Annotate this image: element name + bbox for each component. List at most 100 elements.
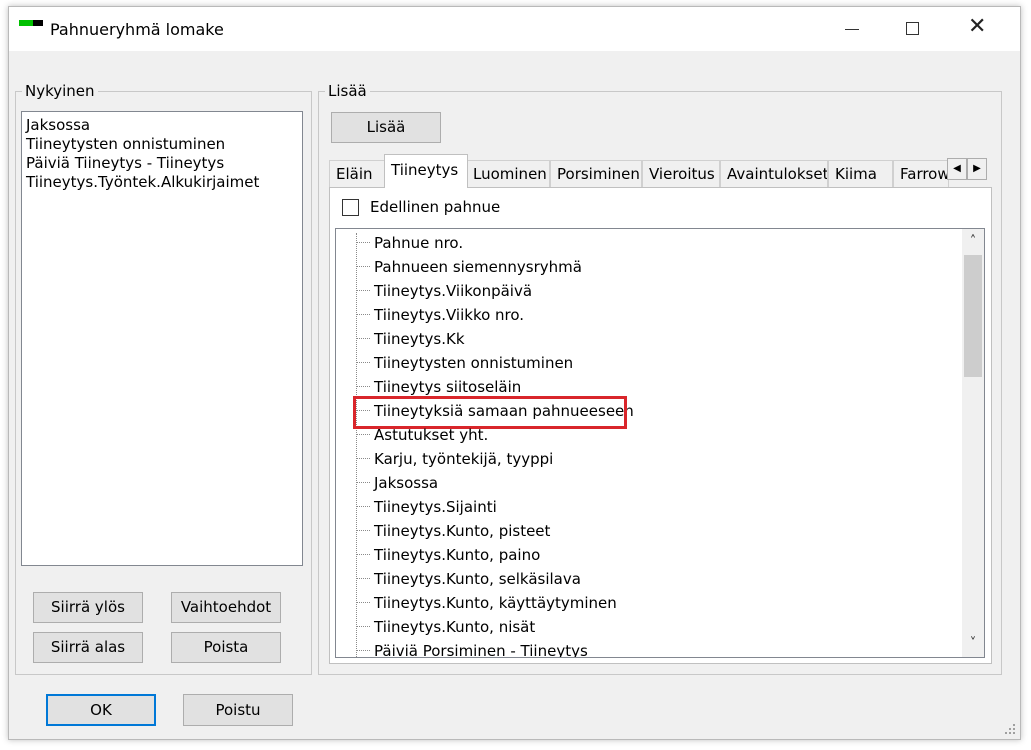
tree-item-label: Tiineytys.Kunto, pisteet xyxy=(374,522,551,540)
tree-item[interactable]: Tiineytys.Kunto, paino xyxy=(336,543,936,567)
scroll-up-button[interactable]: ˄ xyxy=(962,231,984,253)
tree-item[interactable]: Tiineytys.Kunto, nisät xyxy=(336,615,936,639)
tree-item[interactable]: Tiineytys.Viikko nro. xyxy=(336,303,936,327)
tree-item-label: Tiineytys.Kunto, nisät xyxy=(374,618,536,636)
tree-item-label: Tiineytys.Kk xyxy=(374,330,465,348)
tree-connector xyxy=(356,362,370,363)
scroll-down-button[interactable]: ˅ xyxy=(962,633,984,655)
tab-eläin[interactable]: Eläin xyxy=(329,160,386,187)
tree-item[interactable]: Astutukset yht. xyxy=(336,423,936,447)
tree-item-label: Tiineytysten onnistuminen xyxy=(374,354,574,372)
tree-connector xyxy=(356,650,370,651)
resize-grip-icon[interactable] xyxy=(1004,723,1016,735)
app-icon xyxy=(19,20,43,26)
tree-item-label: Tiineytys.Kunto, käyttäytyminen xyxy=(374,594,617,612)
tab-scroll-right-button[interactable]: ▶ xyxy=(967,158,987,180)
tree-connector xyxy=(356,458,370,459)
tree-item-label: Tiineytys.Sijainti xyxy=(374,498,497,516)
tree-connector xyxy=(356,434,370,435)
tab-scroll-left-button[interactable]: ◀ xyxy=(947,158,967,180)
tree-connector xyxy=(356,482,370,483)
tree-item-label: Tiineytys.Viikonpäivä xyxy=(374,282,533,300)
tree-connector xyxy=(356,242,370,243)
tab-panel: Edellinen pahnue Pahnue nro. Pahnueen sie… xyxy=(329,187,992,664)
add-button[interactable]: Lisää xyxy=(331,112,441,143)
tab-kiima[interactable]: Kiima xyxy=(828,160,893,187)
maximize-icon xyxy=(906,22,919,35)
tree-item[interactable]: Tiineytys.Viikonpäivä xyxy=(336,279,936,303)
tree-item[interactable]: Tiineytysten onnistuminen xyxy=(336,351,936,375)
tab-scroll-arrows: ◀ ▶ xyxy=(947,158,987,180)
tree-item-label: Tiineytys.Kunto, paino xyxy=(374,546,541,564)
tree-vertical-scrollbar[interactable]: ˄ ˅ xyxy=(962,229,984,657)
exit-button[interactable]: Poistu xyxy=(183,694,293,726)
current-list-item[interactable]: Päiviä Tiineytys - Tiineytys xyxy=(22,154,302,173)
add-group-label: Lisää xyxy=(325,82,370,100)
close-button[interactable]: ✕ xyxy=(954,7,1000,51)
previous-litter-checkbox[interactable] xyxy=(342,199,359,216)
tree-item-label: Karju, työntekijä, tyyppi xyxy=(374,450,554,468)
tree-item[interactable]: Tiineytys.Sijainti xyxy=(336,495,936,519)
tree-item[interactable]: Tiineytys.Kk xyxy=(336,327,936,351)
tab-tiineytys[interactable]: Tiineytys xyxy=(384,154,468,188)
current-list-item[interactable]: Tiineytysten onnistuminen xyxy=(22,135,302,154)
tree-item[interactable]: Tiineytys.Kunto, selkäsilava xyxy=(336,567,936,591)
tree-connector xyxy=(356,266,370,267)
move-down-button[interactable]: Siirrä alas xyxy=(33,632,143,663)
tree-item-label: Päiviä Porsiminen - Tiineytys xyxy=(374,642,588,658)
tab-luominen[interactable]: Luominen xyxy=(466,160,550,187)
tree-connector xyxy=(356,314,370,315)
maximize-button[interactable] xyxy=(890,7,936,51)
tree-item[interactable]: Jaksossa xyxy=(336,471,936,495)
tree-item[interactable]: Tiineytys.Kunto, käyttäytyminen xyxy=(336,591,936,615)
current-group-label: Nykyinen xyxy=(22,82,98,100)
close-icon: ✕ xyxy=(968,14,987,39)
tree-item-label: Pahnueen siemennysryhmä xyxy=(374,258,582,276)
minimize-icon xyxy=(845,29,859,30)
current-list-item[interactable]: Tiineytys.Työntek.Alkukirjaimet xyxy=(22,173,302,192)
tree-item[interactable]: Karju, työntekijä, tyyppi xyxy=(336,447,936,471)
add-group: Lisää Lisää Eläin Tiineytys Luominen Porsim… xyxy=(318,82,1002,675)
current-group: Nykyinen Jaksossa Tiineytysten onnistumin… xyxy=(15,82,312,675)
tab-vieroitus[interactable]: Vieroitus xyxy=(642,160,720,187)
tab-porsiminen[interactable]: Porsiminen xyxy=(550,160,642,187)
dialog-window: Pahnueryhmä lomake ✕ Nykyinen Jaksossa Ti… xyxy=(8,6,1021,740)
tree-item-label: Tiineytys.Kunto, selkäsilava xyxy=(374,570,581,588)
tab-farrow[interactable]: Farrow xyxy=(893,160,949,187)
remove-button[interactable]: Poista xyxy=(171,632,281,663)
options-button[interactable]: Vaihtoehdot xyxy=(171,592,281,623)
field-tree[interactable]: Pahnue nro. Pahnueen siemennysryhmä Tiiney… xyxy=(335,228,985,658)
current-list-item[interactable]: Jaksossa xyxy=(22,116,302,135)
tree-item-label: Astutukset yht. xyxy=(374,426,489,444)
tab-strip: Eläin Tiineytys Luominen Porsiminen Vieroitu… xyxy=(329,154,997,188)
scrollbar-thumb[interactable] xyxy=(964,255,982,377)
tree-connector xyxy=(356,506,370,507)
ok-button[interactable]: OK xyxy=(46,694,156,726)
window-title: Pahnueryhmä lomake xyxy=(50,20,224,39)
tree-connector xyxy=(356,602,370,603)
tree-connector xyxy=(356,338,370,339)
tree-item-label: Pahnue nro. xyxy=(374,234,464,252)
minimize-button[interactable] xyxy=(829,7,875,51)
chevron-down-icon: ˅ xyxy=(969,636,977,651)
chevron-up-icon: ˄ xyxy=(969,234,977,249)
tree-item-label: Jaksossa xyxy=(374,474,439,492)
tree-item[interactable]: Pahnueen siemennysryhmä xyxy=(336,255,936,279)
tree-connector xyxy=(356,554,370,555)
title-bar[interactable]: Pahnueryhmä lomake ✕ xyxy=(9,7,1020,51)
arrow-left-icon: ◀ xyxy=(953,163,961,174)
tree-item[interactable]: Päiviä Porsiminen - Tiineytys xyxy=(336,639,936,658)
tree-connector xyxy=(356,290,370,291)
arrow-right-icon: ▶ xyxy=(973,163,981,174)
move-up-button[interactable]: Siirrä ylös xyxy=(33,592,143,623)
tree-item-label: Tiineytys.Viikko nro. xyxy=(374,306,525,324)
current-list[interactable]: Jaksossa Tiineytysten onnistuminen Päiviä … xyxy=(21,111,303,566)
tree-item[interactable]: Pahnue nro. xyxy=(336,231,936,255)
tree-connector xyxy=(356,578,370,579)
tree-connector xyxy=(356,626,370,627)
tree-connector xyxy=(356,530,370,531)
tab-avaintulokset[interactable]: Avaintulokset xyxy=(720,160,828,187)
tree-connector xyxy=(356,386,370,387)
previous-litter-label: Edellinen pahnue xyxy=(370,198,501,216)
tree-item[interactable]: Tiineytys.Kunto, pisteet xyxy=(336,519,936,543)
